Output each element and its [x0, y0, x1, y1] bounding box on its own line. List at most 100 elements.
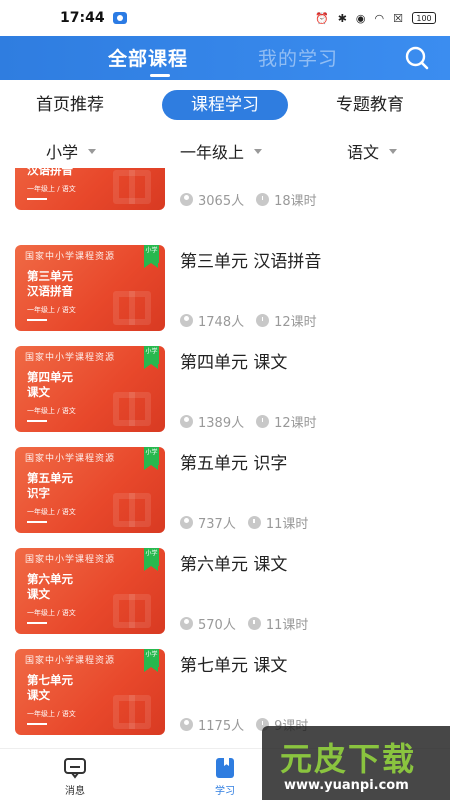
thumb-title: 第三单元 汉语拼音 [27, 269, 73, 298]
thumb-subtitle: 一年级上 / 语文 [27, 710, 76, 718]
course-title: 第三单元 汉语拼音 [180, 252, 322, 272]
clock-icon [256, 314, 270, 327]
thumb-divider [27, 622, 47, 624]
person-icon [180, 193, 193, 206]
grade-badge: 小学 [144, 548, 159, 571]
learner-count: 3065人 [198, 194, 245, 209]
course-thumbnail[interactable]: 国家中小学课程资源 小学 第四单元 课文 一年级上 / 语文 [15, 346, 165, 432]
book-decoration-icon [113, 594, 151, 628]
thumb-divider [27, 723, 47, 725]
thumb-title: 第四单元 课文 [27, 370, 73, 399]
clock-icon [256, 193, 270, 206]
wifi-icon: ◠ [374, 11, 385, 25]
thumb-subtitle: 一年级上 / 语文 [27, 609, 76, 617]
course-title: 第六单元 课文 [180, 555, 288, 575]
battery-icon: 100 [412, 12, 436, 24]
app-notification-icon [112, 12, 127, 24]
learner-count: 570人 [198, 618, 236, 633]
filter-grade[interactable]: 一年级上 [180, 139, 263, 163]
thumb-brand: 国家中小学课程资源 [25, 454, 116, 464]
tab-all-courses[interactable]: 全部课程 [108, 44, 188, 71]
subtab-course-learning[interactable]: 课程学习 [162, 90, 288, 120]
search-icon[interactable] [404, 45, 430, 71]
learner-count: 737人 [198, 517, 236, 532]
course-thumbnail[interactable]: 国家中小学课程资源 小学 第五单元 识字 一年级上 / 语文 [15, 447, 165, 533]
clock-icon [247, 516, 261, 529]
thumb-subtitle: 一年级上 / 语文 [27, 407, 76, 415]
course-item[interactable]: 国家中小学课程资源 小学 第三单元 汉语拼音 一年级上 / 语文 第三单元 汉语… [0, 245, 450, 339]
thumb-brand: 国家中小学课程资源 [25, 656, 116, 666]
course-list: 国家中小学课程资源 小学 第二单元 汉语拼音 一年级上 / 语文 3065人 1… [0, 168, 450, 748]
message-icon [64, 758, 86, 779]
course-thumbnail[interactable]: 国家中小学课程资源 小学 第二单元 汉语拼音 一年级上 / 语文 [15, 168, 165, 210]
course-thumbnail[interactable]: 国家中小学课程资源 小学 第三单元 汉语拼音 一年级上 / 语文 [15, 245, 165, 331]
course-item[interactable]: 国家中小学课程资源 小学 第二单元 汉语拼音 一年级上 / 语文 3065人 1… [0, 168, 450, 218]
top-header: 全部课程 我的学习 [0, 36, 450, 80]
grade-badge: 小学 [144, 649, 159, 672]
lesson-count: 12课时 [274, 315, 317, 330]
thumb-brand: 国家中小学课程资源 [25, 252, 116, 262]
screen: 17:44 ⏰ ✱ ◉ ◠ ☒ 100 全部课程 我的学习 首页推荐 课程学习 … [0, 0, 450, 800]
thumb-title: 第七单元 课文 [27, 673, 73, 702]
grade-badge: 小学 [144, 245, 159, 268]
bluetooth-icon: ✱ [337, 11, 347, 25]
course-meta: 1389人 12课时 [180, 412, 317, 431]
thumb-divider [27, 198, 47, 200]
learner-count: 1389人 [198, 416, 245, 431]
course-thumbnail[interactable]: 国家中小学课程资源 小学 第七单元 课文 一年级上 / 语文 [15, 649, 165, 735]
thumb-subtitle: 一年级上 / 语文 [27, 185, 76, 193]
course-item[interactable]: 国家中小学课程资源 小学 第六单元 课文 一年级上 / 语文 第六单元 课文 5… [0, 548, 450, 642]
book-decoration-icon [113, 392, 151, 426]
filter-subject[interactable]: 语文 [347, 139, 398, 163]
thumb-brand: 国家中小学课程资源 [25, 555, 116, 565]
course-title: 第四单元 课文 [180, 353, 288, 373]
status-bar: 17:44 ⏰ ✱ ◉ ◠ ☒ 100 [0, 0, 450, 36]
course-title: 第七单元 课文 [180, 656, 288, 676]
thumb-subtitle: 一年级上 / 语文 [27, 306, 76, 314]
course-item[interactable]: 国家中小学课程资源 小学 第五单元 识字 一年级上 / 语文 第五单元 识字 7… [0, 447, 450, 541]
sim-icon: ☒ [393, 11, 403, 25]
thumb-subtitle: 一年级上 / 语文 [27, 508, 76, 516]
watermark-url: www.yuanpi.com [284, 778, 409, 793]
subtab-home-recommend[interactable]: 首页推荐 [36, 90, 104, 120]
watermark-text: 元皮下载 [280, 740, 417, 778]
book-decoration-icon [113, 170, 151, 204]
grade-badge: 小学 [144, 447, 159, 470]
course-meta: 737人 11课时 [180, 513, 308, 532]
thumb-divider [27, 420, 47, 422]
person-icon [180, 314, 193, 327]
filter-school-level-value: 小学 [46, 143, 79, 162]
nav-messages[interactable]: 消息 [45, 757, 105, 797]
caret-down-icon [254, 148, 263, 154]
person-icon [180, 718, 193, 731]
lesson-count: 18课时 [274, 194, 317, 209]
location-icon: ◉ [355, 11, 366, 25]
thumb-title: 第二单元 汉语拼音 [27, 168, 73, 177]
watermark-logo: 元皮下载 www.yuanpi.com [262, 726, 450, 800]
nav-learning-label: 学习 [215, 786, 235, 797]
book-decoration-icon [113, 493, 151, 527]
clock-icon [247, 617, 261, 630]
nav-learning[interactable]: 学习 [195, 757, 255, 797]
thumb-brand: 国家中小学课程资源 [25, 353, 116, 363]
filter-bar: 小学 一年级上 语文 [0, 130, 450, 168]
status-time: 17:44 [60, 10, 105, 26]
alarm-icon: ⏰ [314, 11, 329, 25]
thumb-divider [27, 319, 47, 321]
learner-count: 1748人 [198, 315, 245, 330]
filter-grade-value: 一年级上 [180, 143, 245, 162]
filter-school-level[interactable]: 小学 [46, 139, 97, 163]
book-decoration-icon [113, 695, 151, 729]
subtab-topic-education[interactable]: 专题教育 [336, 90, 404, 120]
book-icon [216, 758, 234, 778]
person-icon [180, 415, 193, 428]
nav-messages-label: 消息 [65, 786, 85, 797]
tab-my-learning[interactable]: 我的学习 [258, 44, 338, 71]
filter-subject-value: 语文 [347, 143, 380, 162]
grade-badge: 小学 [144, 346, 159, 369]
book-decoration-icon [113, 291, 151, 325]
thumb-title: 第五单元 识字 [27, 471, 73, 500]
course-meta: 3065人 18课时 [180, 190, 317, 209]
course-item[interactable]: 国家中小学课程资源 小学 第四单元 课文 一年级上 / 语文 第四单元 课文 1… [0, 346, 450, 440]
course-thumbnail[interactable]: 国家中小学课程资源 小学 第六单元 课文 一年级上 / 语文 [15, 548, 165, 634]
